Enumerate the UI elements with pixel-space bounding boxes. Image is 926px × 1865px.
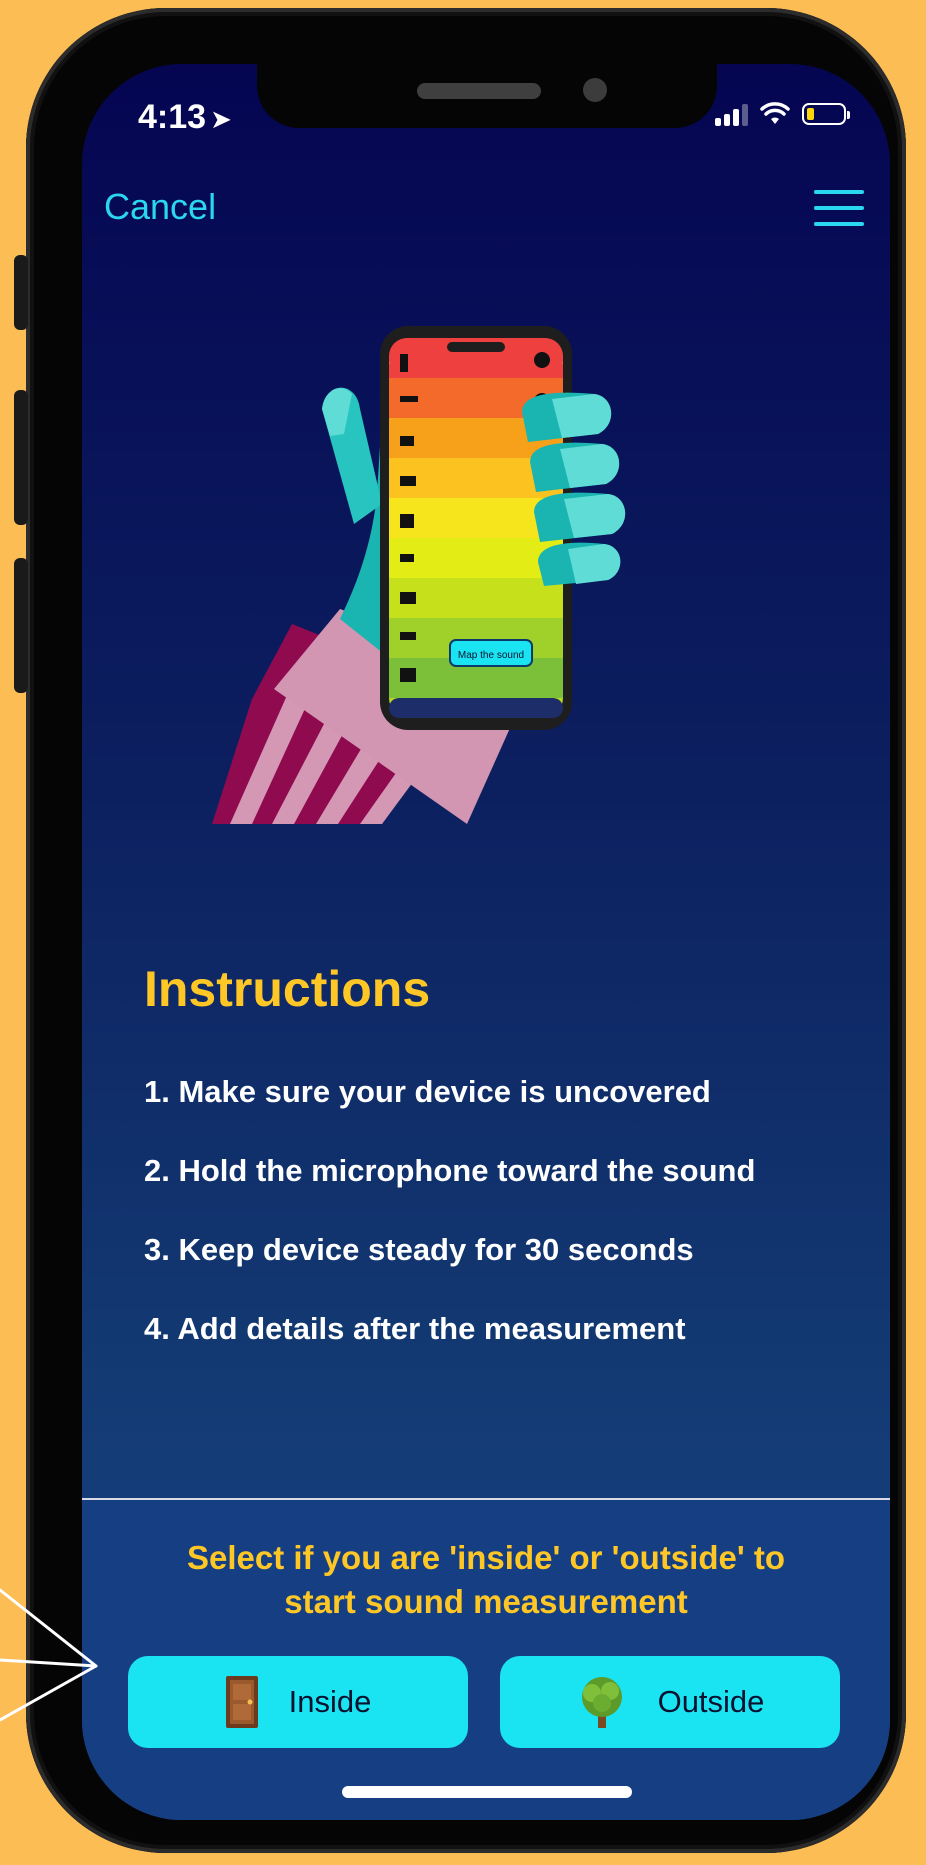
volume-down-button bbox=[14, 558, 28, 693]
location-arrow-icon: ➤ bbox=[210, 104, 232, 134]
inside-button[interactable]: Inside bbox=[128, 1656, 468, 1748]
inside-button-label: Inside bbox=[288, 1684, 372, 1719]
instruction-step: 1. Make sure your device is uncovered bbox=[144, 1074, 711, 1109]
instructions-list: 1. Make sure your device is uncovered 2.… bbox=[144, 1074, 755, 1390]
cancel-button[interactable]: Cancel bbox=[104, 186, 216, 228]
location-prompt: Select if you are 'inside' or 'outside' … bbox=[82, 1536, 890, 1624]
instruction-step: 3. Keep device steady for 30 seconds bbox=[144, 1232, 694, 1267]
location-prompt-line1: Select if you are 'inside' or 'outside' … bbox=[186, 1539, 785, 1576]
cellular-signal-icon bbox=[715, 102, 748, 126]
phone-map-sound-label: Map the sound bbox=[458, 650, 524, 661]
outside-button-label: Outside bbox=[657, 1684, 765, 1719]
volume-up-button bbox=[14, 390, 28, 525]
instruction-step: 2. Hold the microphone toward the sound bbox=[144, 1153, 756, 1188]
instructions-title: Instructions bbox=[144, 961, 431, 1017]
location-prompt-line2: start sound measurement bbox=[284, 1583, 688, 1620]
home-indicator bbox=[342, 1786, 632, 1798]
hand-drawn-arrow-icon bbox=[0, 1588, 98, 1722]
wifi-icon bbox=[760, 102, 790, 124]
outside-button[interactable]: Outside bbox=[500, 1656, 840, 1748]
app-screen: Map the sound 4:13 ➤ Cancel Instructions … bbox=[82, 64, 890, 1820]
mute-switch bbox=[14, 255, 28, 330]
status-time: 4:13 ➤ bbox=[138, 98, 232, 137]
status-icons bbox=[715, 102, 850, 126]
front-camera bbox=[583, 78, 607, 102]
notch bbox=[257, 64, 717, 128]
status-time-text: 4:13 bbox=[138, 98, 207, 136]
door-icon bbox=[225, 1676, 258, 1728]
instruction-step: 4. Add details after the measurement bbox=[144, 1311, 686, 1346]
hamburger-menu-icon[interactable] bbox=[814, 190, 864, 226]
battery-icon bbox=[802, 103, 850, 125]
tree-icon bbox=[581, 1677, 622, 1728]
speaker-grille bbox=[417, 83, 541, 99]
